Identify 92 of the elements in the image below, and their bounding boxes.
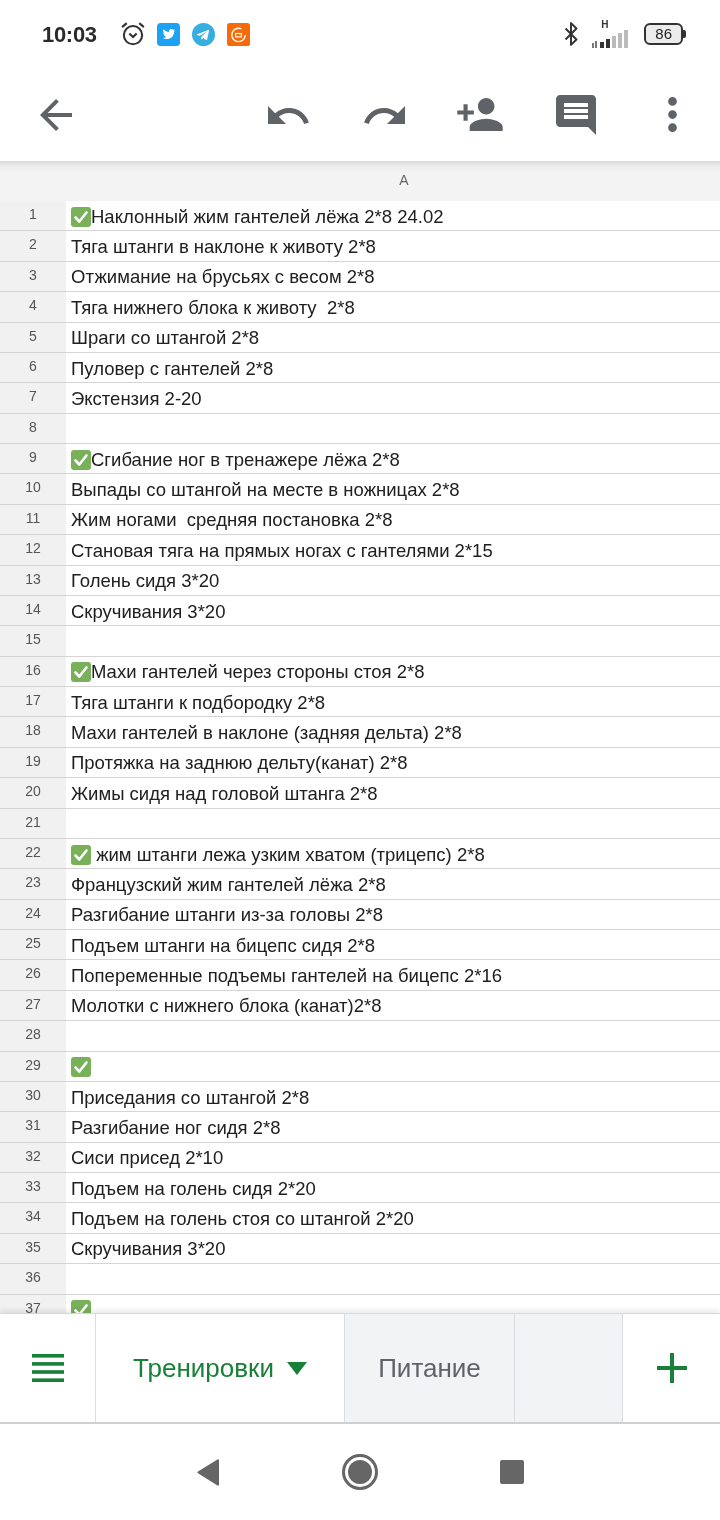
sheet-list-button[interactable] (0, 1314, 96, 1422)
add-person-icon (457, 98, 503, 131)
menu-icon (31, 1354, 64, 1382)
row-number: 12 (0, 535, 66, 565)
cell-text: Разгибание штанги из-за головы 2*8 (71, 904, 384, 927)
row-number: 18 (0, 717, 66, 747)
cell-text: Отжимание на брусьях с весом 2*8 (71, 266, 375, 289)
row-number: 32 (0, 1142, 66, 1172)
cell-text: Попеременные подъемы гантелей на бицепс 2*16 (71, 965, 502, 988)
row-number: 36 (0, 1264, 66, 1294)
cell-text: Скручивания 3*20 (71, 1238, 226, 1261)
comment-icon (556, 94, 596, 135)
row-number: 1 (0, 201, 66, 231)
row-number: 11 (0, 504, 66, 535)
row-number: 21 (0, 808, 66, 838)
column-letter: A (398, 171, 410, 190)
cell-text: Приседания со штангой 2*8 (71, 1086, 310, 1109)
cell-text: Скручивания 3*20 (71, 600, 226, 623)
cell-text: Сгибание ног в тренажере лёжа 2*8 (91, 448, 400, 471)
back-triangle-icon (196, 1458, 220, 1486)
row-number: 7 (0, 383, 66, 413)
row-number: 34 (0, 1203, 66, 1233)
row-number: 10 (0, 474, 66, 504)
redo-icon (363, 105, 405, 124)
row-number: 31 (0, 1112, 66, 1142)
cell-text: Махи гантелей в наклоне (задняя дельта) 2*8 (71, 722, 462, 745)
row-number: 33 (0, 1173, 66, 1203)
cell-text: Махи гантелей через стороны стоя 2*8 (91, 661, 425, 684)
row-number: 9 (0, 444, 66, 474)
cell-text: жим штанги лежа узким хватом (трицепс) 2*8 (95, 843, 485, 866)
more-vertical-icon (667, 97, 677, 132)
recents-square-icon (500, 1460, 524, 1484)
cell-text: Подъем на голень стоя со штангой 2*20 (71, 1208, 414, 1231)
ring-app-icon (226, 22, 250, 46)
cell-text: Тяга нижнего блока к животу 2*8 (71, 296, 355, 319)
sheet-tab[interactable]: Питание (345, 1314, 515, 1422)
clock-time: 10:03 (42, 20, 97, 49)
cell-text: Разгибание ног сидя 2*8 (71, 1116, 281, 1139)
alarm-clock-icon (120, 22, 145, 46)
row-number: 26 (0, 960, 66, 990)
row-number: 30 (0, 1081, 66, 1112)
cell-text: Тяга штанги в наклоне к животу 2*8 (71, 236, 376, 259)
cell-text: Шраги со штангой 2*8 (71, 327, 260, 350)
row-number: 17 (0, 687, 66, 717)
bluetooth-icon (564, 22, 579, 46)
cell-text: Протяжка на заднюю дельту(канат) 2*8 (71, 752, 408, 775)
cell-text: Сиси присед 2*10 (71, 1147, 224, 1170)
add-sheet-button[interactable] (623, 1314, 720, 1422)
cell-text: Жим ногами средняя постановка 2*8 (71, 509, 393, 532)
row-number: 2 (0, 231, 66, 261)
row-number: 8 (0, 413, 66, 443)
cell-text: Наклонный жим гантелей лёжа 2*8 24.02 (91, 205, 444, 228)
cell-signal-icon (592, 30, 631, 48)
cell-text: Жимы сидя над головой штанга 2*8 (71, 782, 378, 805)
row-number: 23 (0, 869, 66, 899)
cell-text: Пуловер с гантелей 2*8 (71, 357, 274, 380)
cell-text: Экстензия 2-20 (71, 387, 202, 410)
row-number: 16 (0, 656, 66, 686)
row-number: 25 (0, 930, 66, 960)
home-circle-icon (342, 1454, 378, 1490)
battery-percent: 86 (644, 23, 683, 45)
cell-text: Тяга штанги к подбородку 2*8 (71, 691, 326, 714)
row-number: 24 (0, 899, 66, 929)
row-number: 6 (0, 352, 66, 383)
row-number: 13 (0, 565, 66, 595)
cell-text: Подъем штанги на бицепс сидя 2*8 (71, 934, 376, 957)
cell-text: Молотки с нижнего блока (канат)2*8 (71, 995, 382, 1018)
row-number: 20 (0, 778, 66, 808)
row-number: 5 (0, 322, 66, 352)
cell-text: Подъем на голень сидя 2*20 (71, 1177, 316, 1200)
row-number: 4 (0, 292, 66, 322)
row-number: 19 (0, 747, 66, 778)
row-number: 28 (0, 1021, 66, 1051)
back-arrow-icon (40, 98, 72, 131)
row-number: 14 (0, 595, 66, 626)
cell-text: Голень сидя 3*20 (71, 570, 220, 593)
cell-text: Французский жим гантелей лёжа 2*8 (71, 873, 386, 896)
undo-icon (267, 105, 309, 124)
cell-text: Выпады со штангой на месте в ножницах 2*8 (71, 479, 460, 502)
network-type-label: H (601, 20, 609, 30)
cell-text: Становая тяга на прямых ногах с гантелями 2*15 (71, 539, 493, 562)
row-number: 29 (0, 1051, 66, 1081)
plus-icon (656, 1353, 687, 1383)
row-number: 15 (0, 626, 66, 656)
caret-down-icon (286, 1361, 307, 1375)
sheet-tab[interactable]: Тренировки (96, 1314, 345, 1422)
row-number: 3 (0, 261, 66, 292)
row-number: 27 (0, 990, 66, 1021)
bird-app-icon (156, 22, 180, 46)
row-number: 22 (0, 838, 66, 869)
row-number: 35 (0, 1233, 66, 1264)
paper-plane-app-icon (191, 22, 215, 46)
